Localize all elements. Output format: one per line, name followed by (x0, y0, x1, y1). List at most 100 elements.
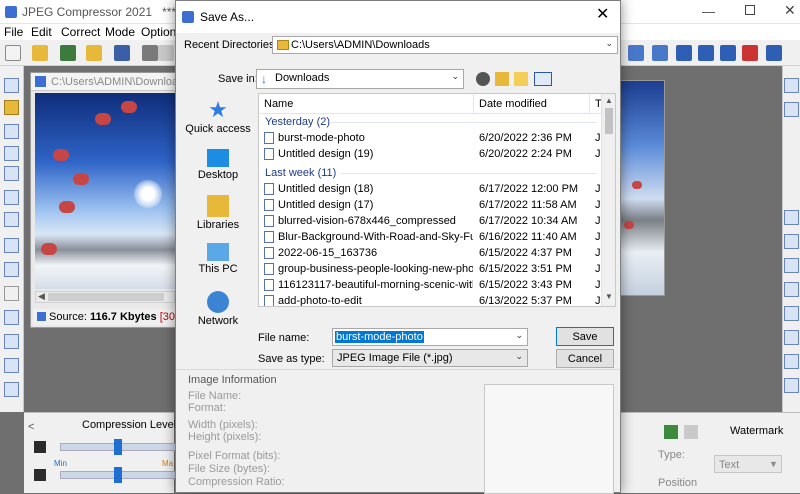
zoom-actual-icon[interactable] (4, 166, 19, 181)
scan-icon[interactable] (60, 45, 76, 61)
skier (95, 113, 111, 125)
right-toolbar (782, 66, 800, 412)
zoom-width-icon[interactable] (4, 212, 19, 227)
right-flip-icon[interactable] (784, 354, 799, 369)
file-row[interactable]: Untitled design (18) 6/17/2022 12:00 PM … (259, 181, 608, 197)
zoom-in-icon[interactable] (4, 78, 19, 93)
watermark-add-icon[interactable] (664, 425, 678, 439)
place-network[interactable]: Network (182, 291, 254, 327)
resize-icon[interactable] (4, 310, 19, 325)
file-row[interactable]: group-business-people-looking-new-photo.… (259, 261, 608, 277)
computer-icon (207, 243, 229, 261)
file-date: 6/17/2022 11:58 AM (479, 199, 577, 211)
right-fit-icon[interactable] (784, 102, 799, 117)
save-in-combo[interactable]: ↓ Downloads ⌄ (256, 69, 464, 89)
tile-icon[interactable] (652, 45, 668, 61)
quality-icon (34, 441, 46, 453)
place-quick-access[interactable]: ★ Quick access (182, 99, 254, 136)
file-list-scrollbar[interactable]: ▲ ▼ (601, 94, 615, 306)
cascade-icon[interactable] (766, 45, 782, 61)
zoom-fit-icon[interactable] (4, 146, 19, 161)
column-date-modified[interactable]: Date modified (479, 98, 547, 110)
new-file-icon[interactable] (5, 45, 21, 61)
close-window-icon[interactable] (742, 45, 758, 61)
histogram-icon[interactable] (4, 334, 19, 349)
menu-file[interactable]: File (4, 25, 23, 39)
scroll-left-icon[interactable]: ◀ (38, 291, 45, 302)
dialog-close-icon[interactable]: ✕ (596, 7, 609, 23)
right-levels-icon[interactable] (784, 378, 799, 393)
file-row[interactable]: add-photo-to-edit 6/13/2022 5:37 PM JP (259, 293, 608, 306)
open-folder-icon[interactable] (32, 45, 48, 61)
maximize-icon[interactable] (745, 5, 755, 15)
group-header-yesterday[interactable]: Yesterday (2) (265, 116, 330, 128)
collapse-arrow[interactable]: < (28, 421, 34, 433)
scroll-thumb[interactable] (48, 293, 164, 301)
watermark-remove-icon[interactable] (684, 425, 698, 439)
secondary-slider-thumb[interactable] (114, 467, 122, 483)
layout-horizontal-icon[interactable] (698, 45, 714, 61)
file-date: 6/15/2022 3:43 PM (479, 279, 572, 291)
image-horizontal-scrollbar[interactable]: ◀ (35, 291, 175, 303)
right-actual-icon[interactable] (784, 258, 799, 273)
file-row[interactable]: 116123117-beautiful-morning-scenic-with-… (259, 277, 608, 293)
view-menu-icon[interactable] (534, 72, 552, 86)
group-header-last-week[interactable]: Last week (11) (265, 167, 336, 179)
flip-icon[interactable] (4, 262, 19, 277)
print-icon[interactable] (142, 45, 158, 61)
crop-icon[interactable] (4, 286, 19, 301)
file-row[interactable]: blurred-vision-678x446_compressed 6/17/2… (259, 213, 608, 229)
place-libraries[interactable]: Libraries (182, 195, 254, 231)
scroll-thumb[interactable] (605, 108, 613, 134)
app-close-icon[interactable]: ✕ (784, 2, 796, 19)
zoom-out-icon[interactable] (4, 124, 19, 139)
zoom-window-icon[interactable] (628, 45, 644, 61)
right-width-icon[interactable] (784, 306, 799, 321)
place-this-pc[interactable]: This PC (182, 243, 254, 275)
toolbar-more-icon[interactable] (158, 45, 174, 61)
recent-directories-combo[interactable]: C:\Users\ADMIN\Downloads ⌄ (272, 36, 618, 54)
file-row[interactable]: 2022-06-15_163736 6/15/2022 4:37 PM JP (259, 245, 608, 261)
chevron-down-icon: ▼ (769, 459, 778, 469)
colors-icon[interactable] (4, 382, 19, 397)
save-disk-icon[interactable] (114, 45, 130, 61)
layout-grid-icon[interactable] (720, 45, 736, 61)
save-as-type-select[interactable]: JPEG Image File (*.jpg) ⌄ (332, 349, 528, 367)
up-folder-icon[interactable] (495, 72, 509, 86)
file-name-input[interactable]: burst-mode-photo ⌄ (332, 328, 528, 346)
cancel-button[interactable]: Cancel (556, 349, 614, 368)
save-button[interactable]: Save (556, 327, 614, 346)
zoom-page-icon[interactable] (4, 190, 19, 205)
scroll-down-icon[interactable]: ▼ (605, 292, 613, 301)
new-folder-icon[interactable] (514, 72, 528, 86)
right-zoom-icon[interactable] (784, 78, 799, 93)
column-separator[interactable] (589, 94, 590, 114)
right-zoom-out-icon[interactable] (784, 234, 799, 249)
column-separator[interactable] (473, 94, 474, 114)
file-row[interactable]: Untitled design (19) 6/20/2022 2:24 PM J… (259, 146, 608, 162)
file-row[interactable]: Blur-Background-With-Road-and-Sky-Full-.… (259, 229, 608, 245)
source-image-window[interactable]: C:\Users\ADMIN\Downloads ◀ Source: 116.7… (30, 72, 195, 328)
file-row[interactable]: Untitled design (17) 6/17/2022 11:58 AM … (259, 197, 608, 213)
minimize-icon[interactable]: — (702, 4, 715, 19)
file-row[interactable]: burst-mode-photo 6/20/2022 2:36 PM JP (259, 130, 608, 146)
levels-icon[interactable] (4, 358, 19, 373)
back-icon[interactable] (476, 72, 490, 86)
key-icon[interactable] (4, 100, 19, 115)
type-select[interactable]: Text ▼ (714, 455, 782, 473)
scroll-up-icon[interactable]: ▲ (605, 96, 613, 105)
right-page-icon[interactable] (784, 282, 799, 297)
file-date: 6/15/2022 4:37 PM (479, 247, 572, 259)
compression-slider-thumb[interactable] (114, 439, 122, 455)
layout-vertical-icon[interactable] (676, 45, 692, 61)
column-name[interactable]: Name (264, 98, 293, 110)
place-desktop[interactable]: Desktop (182, 149, 254, 181)
rotate-icon[interactable] (4, 238, 19, 253)
menu-correct[interactable]: Correct (61, 25, 100, 39)
menu-mode[interactable]: Mode (105, 25, 135, 39)
right-rotate-icon[interactable] (784, 330, 799, 345)
menu-edit[interactable]: Edit (31, 25, 52, 39)
file-list[interactable]: Name Date modified Ty Yesterday (2) burs… (258, 93, 616, 307)
open-recent-icon[interactable] (86, 45, 102, 61)
right-zoom-in-icon[interactable] (784, 210, 799, 225)
